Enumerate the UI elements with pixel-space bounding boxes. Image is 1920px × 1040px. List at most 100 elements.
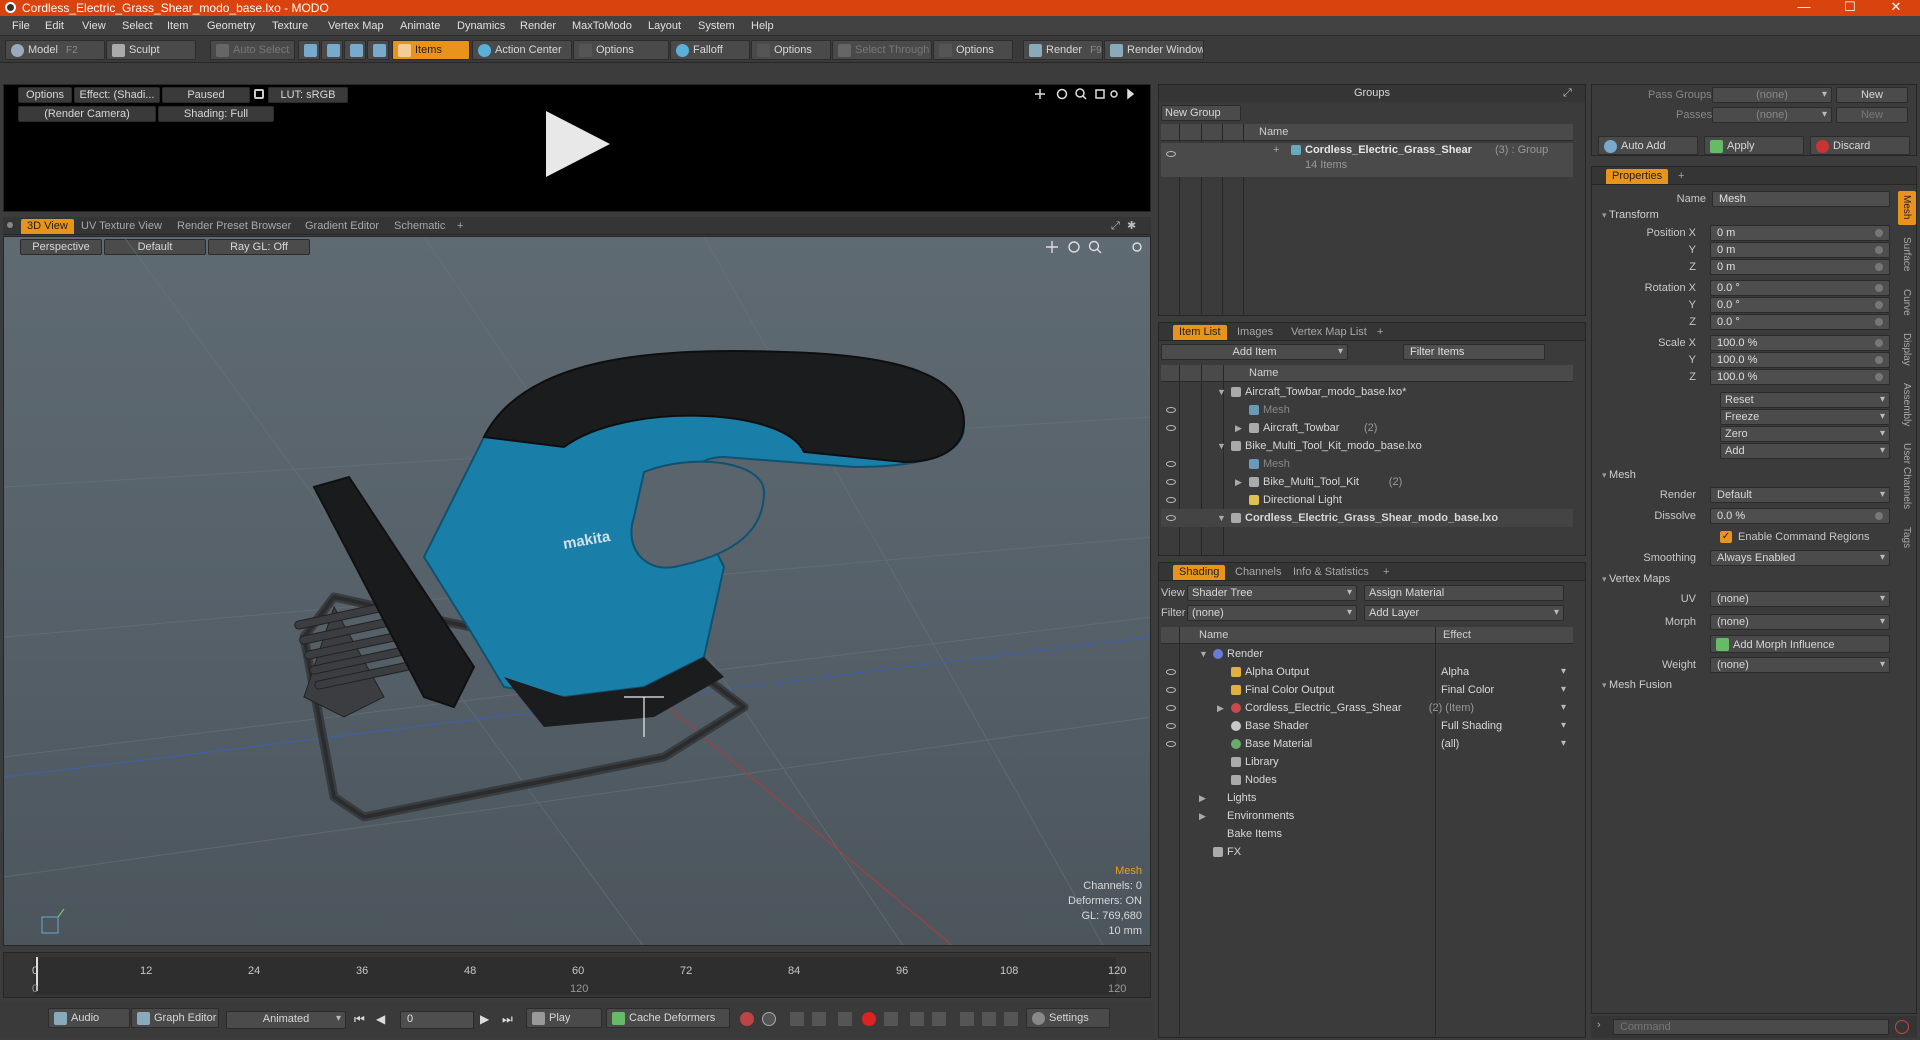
audio-button[interactable]: Audio [48,1008,130,1028]
side-tab-surface[interactable]: Surface [1901,237,1912,271]
auto-select-button[interactable]: Auto Select [210,40,295,60]
shader-tree-row[interactable]: ▶ Lights [1161,789,1573,807]
panel-settings-icon[interactable]: ✱ [1127,219,1136,232]
effect-dropdown-icon[interactable]: ▾ [1561,717,1566,735]
preview-options-button[interactable]: Options [18,87,72,103]
menu-vertex-map[interactable]: Vertex Map [328,20,384,32]
effect-dropdown-icon[interactable]: ▾ [1561,681,1566,699]
key-next-icon[interactable] [812,1012,826,1026]
apply-button[interactable]: Apply [1704,136,1804,155]
name-field[interactable]: Mesh [1712,191,1890,207]
transform-section[interactable]: Transform [1602,209,1659,221]
position-z-field[interactable]: 0 m [1710,259,1890,275]
shader-tree-row[interactable]: ▼ Render [1161,645,1573,663]
item-list-row[interactable]: Mesh [1161,455,1573,473]
groups-expand-icon[interactable]: ⤢ [1563,87,1572,100]
visibility-eye-icon[interactable] [1166,741,1176,747]
preview-shading-dropdown[interactable]: Shading: Full [158,106,274,122]
add-tab-icon[interactable]: + [451,219,469,234]
shader-tree-row[interactable]: Alpha Output Alpha ▾ [1161,663,1573,681]
expand-arrow-icon[interactable]: ▼ [1199,645,1208,663]
new-group-button[interactable]: New Group [1161,105,1241,121]
command-stop-icon[interactable] [1895,1020,1909,1034]
model-mode-button[interactable]: Model F2 [5,40,105,60]
key-last-icon[interactable] [932,1012,946,1026]
animated-dropdown[interactable]: Animated [226,1011,346,1029]
close-icon[interactable]: ✕ [1873,0,1919,16]
add-layer-dropdown[interactable]: Add Layer [1364,605,1564,621]
shader-effect-value[interactable]: (all) [1441,735,1459,753]
add-item-dropdown[interactable]: Add Item [1161,344,1348,360]
scale-y-field[interactable]: 100.0 % [1710,352,1890,368]
channel-delete-icon[interactable] [1004,1012,1018,1026]
preview-effect-dropdown[interactable]: Effect: (Shadi... [74,87,160,103]
tab-schematic[interactable]: Schematic [388,219,451,234]
visibility-eye-icon[interactable] [1166,407,1176,413]
graph-editor-button[interactable]: Graph Editor [131,1008,219,1028]
menu-edit[interactable]: Edit [45,20,64,32]
key-first-icon[interactable] [910,1012,924,1026]
render-window-button[interactable]: Render Window [1104,40,1204,60]
record-key-icon[interactable] [740,1012,754,1026]
rotation-z-field[interactable]: 0.0 ° [1710,314,1890,330]
preview-camera-dropdown[interactable]: (Render Camera) [18,106,156,122]
group-row[interactable]: + Cordless_Electric_Grass_Shear (3) : Gr… [1161,143,1573,177]
item-list-row[interactable]: ▶ Aircraft_Towbar (2) [1161,419,1573,437]
pass-groups-dropdown[interactable]: (none) [1712,87,1832,103]
tab-info-statistics[interactable]: Info & Statistics [1287,565,1375,580]
channel-icon[interactable] [960,1012,974,1026]
rotation-y-field[interactable]: 0.0 ° [1710,297,1890,313]
render-button[interactable]: Render F9 [1023,40,1103,60]
add-tab-icon[interactable]: + [1371,325,1389,340]
item-list-row[interactable]: Mesh [1161,401,1573,419]
tab-3d-view[interactable]: 3D View [21,219,74,234]
vertex-maps-section[interactable]: Vertex Maps [1602,573,1670,585]
menu-animate[interactable]: Animate [400,20,440,32]
render-dropdown[interactable]: Default [1710,487,1890,503]
menu-view[interactable]: View [82,20,106,32]
tab-properties[interactable]: Properties [1606,169,1669,184]
effect-dropdown-icon[interactable]: ▾ [1561,735,1566,753]
record-icon[interactable] [862,1012,876,1026]
shader-tree-row[interactable]: Bake Items [1161,825,1573,843]
menu-system[interactable]: System [698,20,735,32]
add-morph-influence-button[interactable]: Add Morph Influence [1710,635,1890,653]
shader-tree-row[interactable]: Library [1161,753,1573,771]
play-icon[interactable] [544,109,612,179]
freeze-dropdown[interactable]: Freeze [1720,409,1890,425]
smoothing-dropdown[interactable]: Always Enabled [1710,550,1890,566]
go-start-icon[interactable]: ⏮ [354,1012,365,1027]
morph-dropdown[interactable]: (none) [1710,614,1890,630]
falloff-options-button[interactable]: Options [751,40,831,60]
visibility-eye-icon[interactable] [1166,515,1176,521]
play-button[interactable]: Play [526,1008,602,1028]
weight-dropdown[interactable]: (none) [1710,657,1890,673]
3d-viewport[interactable]: Perspective Default Ray GL: Off makita M… [3,236,1151,946]
menu-geometry[interactable]: Geometry [207,20,255,32]
side-tab-display[interactable]: Display [1901,333,1912,366]
effect-dropdown-icon[interactable]: ▾ [1561,663,1566,681]
select-through-options-button[interactable]: Options [933,40,1013,60]
side-tab-tags[interactable]: Tags [1901,527,1912,548]
sculpt-mode-button[interactable]: Sculpt [106,40,196,60]
view-dropdown[interactable]: Shader Tree [1187,585,1357,601]
channel-key-icon[interactable] [982,1012,996,1026]
assign-material-button[interactable]: Assign Material [1364,585,1564,601]
key-delete-icon[interactable] [884,1012,898,1026]
menu-dynamics[interactable]: Dynamics [457,20,505,32]
step-forward-icon[interactable]: ▶ [480,1012,489,1026]
menu-select[interactable]: Select [122,20,153,32]
settings-button[interactable]: Settings [1026,1008,1110,1028]
items-mode-button[interactable]: Items [392,40,470,60]
timeline[interactable]: 0 12 24 36 48 60 72 84 96 108 120 0 120 … [3,952,1151,998]
tab-item-list[interactable]: Item List [1173,325,1227,340]
tab-images[interactable]: Images [1231,325,1279,340]
menu-maxtomodo[interactable]: MaxToModo [572,20,632,32]
polygons-mode-button[interactable] [344,40,366,60]
materials-mode-button[interactable] [367,40,389,60]
action-center-options-button[interactable]: Options [573,40,669,60]
auto-add-button[interactable]: Auto Add [1598,136,1698,155]
command-input[interactable] [1613,1019,1889,1035]
falloff-button[interactable]: Falloff [670,40,750,60]
preview-view-controls[interactable] [1034,87,1146,101]
